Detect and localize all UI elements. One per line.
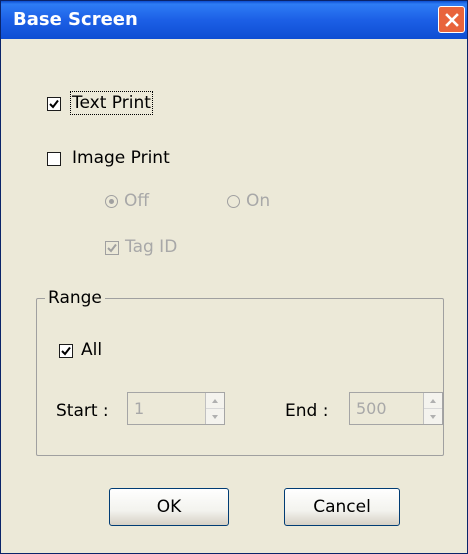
start-input[interactable]: 1 xyxy=(128,393,205,424)
start-spinbox[interactable]: 1 xyxy=(127,392,225,425)
on-label[interactable]: On xyxy=(246,191,270,211)
end-label: End : xyxy=(285,401,329,421)
end-decrement-button[interactable] xyxy=(424,409,442,424)
start-spin-buttons xyxy=(205,393,224,424)
image-print-label[interactable]: Image Print xyxy=(72,148,170,168)
image-print-checkbox[interactable] xyxy=(47,152,61,166)
range-group-title: Range xyxy=(45,288,105,308)
checkmark-icon xyxy=(49,99,59,109)
title-bar[interactable]: Base Screen xyxy=(1,1,467,39)
end-spin-buttons xyxy=(423,393,442,424)
checkmark-icon xyxy=(107,243,117,253)
arrow-down-icon xyxy=(430,414,436,419)
text-print-checkbox[interactable] xyxy=(47,97,61,111)
base-screen-dialog: Base Screen Text Print Image Print Off O… xyxy=(0,0,468,554)
text-print-label[interactable]: Text Print xyxy=(70,91,153,115)
radio-selected-dot xyxy=(109,199,114,204)
cancel-button[interactable]: Cancel xyxy=(284,488,400,526)
start-increment-button[interactable] xyxy=(206,393,224,409)
arrow-up-icon xyxy=(430,398,436,403)
start-label: Start : xyxy=(56,401,109,421)
range-groupbox xyxy=(36,298,444,456)
close-button[interactable] xyxy=(438,6,465,33)
tag-id-label[interactable]: Tag ID xyxy=(125,237,177,257)
end-input[interactable]: 500 xyxy=(350,393,423,424)
tag-id-checkbox[interactable] xyxy=(105,241,119,255)
start-decrement-button[interactable] xyxy=(206,409,224,424)
arrow-down-icon xyxy=(212,414,218,419)
all-label[interactable]: All xyxy=(81,340,102,360)
close-icon xyxy=(444,12,459,27)
on-radio[interactable] xyxy=(227,195,240,208)
dialog-title: Base Screen xyxy=(13,9,138,30)
end-spinbox[interactable]: 500 xyxy=(349,392,443,425)
end-increment-button[interactable] xyxy=(424,393,442,409)
ok-button[interactable]: OK xyxy=(109,488,229,526)
off-label[interactable]: Off xyxy=(124,191,149,211)
arrow-up-icon xyxy=(212,398,218,403)
checkmark-icon xyxy=(61,346,71,356)
all-checkbox[interactable] xyxy=(59,344,73,358)
off-radio[interactable] xyxy=(105,195,118,208)
